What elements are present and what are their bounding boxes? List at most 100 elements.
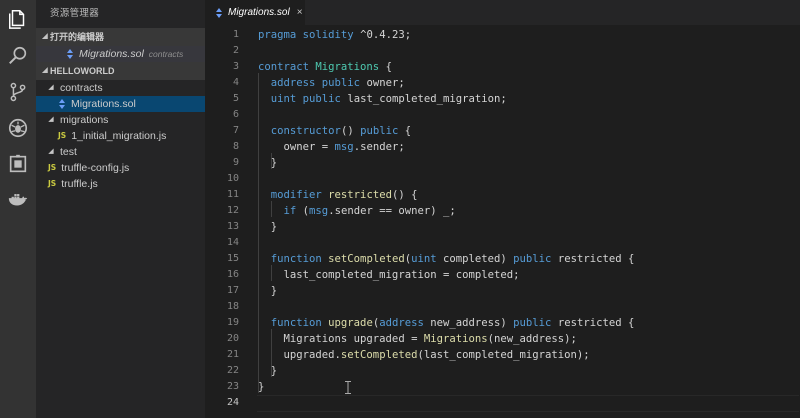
tree-folder-migrations[interactable]: ◢ migrations	[36, 112, 205, 128]
tree-file-truffle-config[interactable]: JS truffle-config.js	[36, 160, 205, 176]
code-line[interactable]: 2	[205, 43, 800, 59]
line-number: 5	[232, 93, 239, 104]
collapse-arrow-icon: ◢	[42, 33, 48, 40]
project-header[interactable]: ◢ HELLOWORLD	[36, 62, 205, 80]
code-line[interactable]: 11 modifier restricted() {	[205, 187, 800, 203]
code-token: .sender == owner) _;	[328, 205, 456, 217]
code-token: address	[270, 77, 322, 89]
open-editors-header[interactable]: ◢ 打开的编辑器	[36, 28, 205, 46]
code-text: modifier restricted() {	[258, 187, 418, 203]
source-control-icon[interactable]	[6, 80, 30, 104]
open-editor-folder: contracts	[148, 49, 184, 59]
code-line[interactable]: 8 owner = msg.sender;	[205, 139, 800, 155]
code-token: upgraded.	[258, 349, 341, 361]
code-line[interactable]: 20 Migrations upgraded = Migrations(new_…	[205, 331, 800, 347]
code-token: function	[270, 317, 329, 329]
code-text: uint public last_completed_migration;	[258, 91, 507, 107]
line-number: 15	[226, 253, 239, 264]
code-token: {	[398, 125, 412, 137]
line-number: 6	[232, 109, 239, 120]
code-line[interactable]: 18	[205, 299, 800, 315]
tab-migrations-sol[interactable]: Migrations.sol ×	[205, 0, 305, 25]
code-token: Migrations	[423, 333, 488, 345]
extensions-icon[interactable]	[6, 152, 30, 176]
code-line[interactable]: 13 }	[205, 219, 800, 235]
line-number: 3	[232, 61, 239, 72]
line-number: 21	[226, 349, 239, 360]
editor-tab-bar: Migrations.sol ×	[205, 0, 800, 25]
code-token: (last_completed_migration);	[417, 349, 590, 361]
code-token: }	[258, 157, 278, 169]
solidity-file-icon	[58, 99, 66, 109]
tree-file-migrations-sol[interactable]: Migrations.sol	[36, 96, 205, 112]
tree-label: Migrations.sol	[71, 98, 136, 110]
code-token: (	[296, 205, 310, 217]
code-text: pragma solidity ^0.4.23;	[258, 27, 411, 43]
tree-file-truffle[interactable]: JS truffle.js	[36, 176, 205, 192]
code-text: owner = msg.sender;	[258, 139, 405, 155]
code-token: completed)	[436, 253, 514, 265]
code-token: ^0.4.23;	[360, 29, 412, 41]
tree-label: 1_initial_migration.js	[71, 130, 167, 142]
code-token: Migrations upgraded =	[258, 333, 424, 345]
line-number: 7	[232, 125, 239, 136]
code-token: {	[379, 61, 392, 73]
code-token: public	[513, 253, 552, 265]
code-line[interactable]: 19 function upgrade(address new_address)…	[205, 315, 800, 331]
line-number: 20	[226, 333, 239, 344]
code-line[interactable]: 23}	[205, 379, 800, 395]
code-line[interactable]: 15 function setCompleted(uint completed)…	[205, 251, 800, 267]
code-line[interactable]: 9 }	[205, 155, 800, 171]
solidity-file-icon	[215, 7, 223, 18]
code-line[interactable]: 21 upgraded.setCompleted(last_completed_…	[205, 347, 800, 363]
code-token: if	[283, 205, 297, 217]
code-line[interactable]: 16 last_completed_migration = completed;	[205, 267, 800, 283]
code-token: upgrade	[328, 317, 373, 329]
line-number: 2	[232, 45, 239, 56]
files-icon[interactable]	[6, 7, 30, 31]
code-editor[interactable]: 1 pragma solidity ^0.4.23; 2 3 contract Migr…	[205, 25, 800, 418]
code-line[interactable]: 12 if (msg.sender == owner) _;	[205, 203, 800, 219]
line-number: 1	[232, 29, 239, 40]
line-number: 12	[226, 205, 239, 216]
text-cursor-icon	[345, 381, 351, 394]
code-line[interactable]: 17 }	[205, 283, 800, 299]
tree-folder-test[interactable]: ◢ test	[36, 144, 205, 160]
close-icon[interactable]: ×	[297, 7, 303, 18]
tree-file-initial-migration[interactable]: JS 1_initial_migration.js	[36, 128, 205, 144]
code-line[interactable]: 24	[205, 395, 800, 411]
code-token: constructor	[270, 125, 341, 137]
tree-folder-contracts[interactable]: ◢ contracts	[36, 80, 205, 96]
line-number: 16	[226, 269, 239, 280]
code-token: Migrations	[315, 61, 380, 73]
code-token: contract	[258, 61, 316, 73]
code-line[interactable]: 1 pragma solidity ^0.4.23;	[205, 27, 800, 43]
code-token: address	[379, 317, 424, 329]
collapse-arrow-icon: ◢	[42, 67, 48, 74]
code-token: public	[360, 125, 399, 137]
open-editor-item[interactable]: Migrations.sol contracts	[36, 46, 205, 62]
docker-icon[interactable]	[6, 188, 30, 212]
code-line[interactable]: 3 contract Migrations {	[205, 59, 800, 75]
line-number: 23	[226, 381, 239, 392]
code-line[interactable]: 5 uint public last_completed_migration;	[205, 91, 800, 107]
javascript-file-icon: JS	[48, 163, 57, 172]
explorer-title: 资源管理器	[50, 8, 100, 19]
code-line[interactable]: 6	[205, 107, 800, 123]
debug-icon[interactable]	[6, 116, 30, 140]
search-icon[interactable]	[6, 44, 30, 68]
code-line[interactable]: 22 }	[205, 363, 800, 379]
code-line[interactable]: 10	[205, 171, 800, 187]
tree-label: truffle-config.js	[61, 162, 130, 174]
code-text: function setCompleted(uint completed) pu…	[258, 251, 635, 267]
tree-label: migrations	[60, 114, 109, 126]
code-line[interactable]: 4 address public owner;	[205, 75, 800, 91]
open-editors-label: 打开的编辑器	[50, 32, 105, 42]
code-line[interactable]: 7 constructor() public {	[205, 123, 800, 139]
expanded-arrow-icon: ◢	[48, 116, 54, 123]
code-line[interactable]: 14	[205, 235, 800, 251]
code-text: address public owner;	[258, 75, 405, 91]
code-text: if (msg.sender == owner) _;	[258, 203, 456, 219]
